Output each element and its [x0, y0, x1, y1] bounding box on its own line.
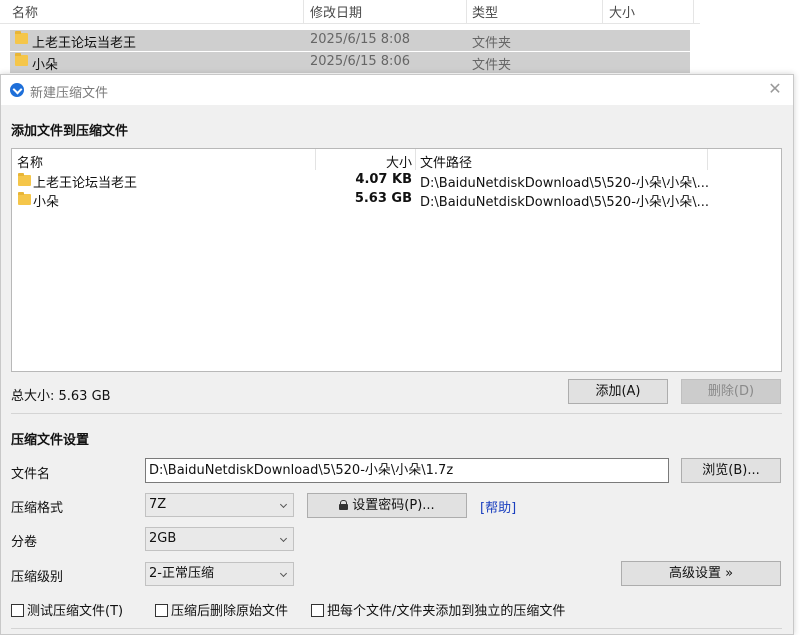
- dialog-titlebar[interactable]: 新建压缩文件 ✕: [1, 75, 793, 105]
- column-date[interactable]: 修改日期: [310, 2, 362, 21]
- dialog-title: 新建压缩文件: [30, 86, 109, 101]
- divider: [11, 628, 782, 629]
- explorer-row[interactable]: 上老王论坛当老王 2025/6/15 8:08 文件夹: [10, 30, 690, 51]
- delete-after-checkbox[interactable]: 压缩后删除原始文件: [155, 600, 289, 619]
- list-item-path: D:\BaiduNetdiskDownload\5\520-小朵\小朵\...: [420, 176, 710, 191]
- format-select[interactable]: 7Z: [145, 493, 294, 517]
- lock-icon: [339, 500, 349, 510]
- column-size[interactable]: 大小: [609, 2, 635, 21]
- separate-archives-checkbox[interactable]: 把每个文件/文件夹添加到独立的压缩文件: [311, 600, 566, 619]
- set-password-label: 设置密码(P)...: [352, 498, 435, 513]
- test-archive-label: 测试压缩文件(T): [27, 604, 124, 619]
- list-item-size: 5.63 GB: [354, 191, 412, 206]
- checkbox-box[interactable]: [311, 604, 324, 617]
- add-button[interactable]: 添加(A): [568, 379, 668, 404]
- file-list-column-size[interactable]: 大小: [386, 152, 412, 171]
- explorer-row-date: 2025/6/15 8:08: [310, 32, 410, 47]
- volume-select[interactable]: 2GB: [145, 527, 294, 551]
- file-list[interactable]: 名称 大小 文件路径 上老王论坛当老王 4.07 KB D:\BaiduNetd…: [11, 148, 782, 372]
- folder-icon: [18, 173, 31, 186]
- filename-label: 文件名: [11, 467, 51, 482]
- level-label: 压缩级别: [11, 570, 64, 585]
- list-item-size: 4.07 KB: [355, 172, 412, 187]
- help-link[interactable]: [帮助]: [480, 497, 516, 516]
- add-section-title: 添加文件到压缩文件: [11, 124, 129, 139]
- format-label: 压缩格式: [11, 501, 64, 516]
- delete-button[interactable]: 删除(D): [681, 379, 781, 404]
- format-select-value: 7Z: [149, 497, 167, 512]
- delete-after-label: 压缩后删除原始文件: [171, 604, 289, 619]
- app-logo-icon: [10, 83, 24, 97]
- column-type[interactable]: 类型: [472, 2, 498, 21]
- close-icon[interactable]: ✕: [767, 80, 783, 98]
- chevron-down-icon: [279, 569, 288, 578]
- list-item-path: D:\BaiduNetdiskDownload\5\520-小朵\小朵\...: [420, 195, 710, 210]
- settings-section-title: 压缩文件设置: [11, 433, 90, 448]
- column-name[interactable]: 名称: [12, 2, 38, 21]
- divider: [11, 413, 782, 414]
- column-separator[interactable]: [602, 0, 603, 24]
- checkbox-box[interactable]: [11, 604, 24, 617]
- folder-icon: [15, 53, 28, 66]
- new-archive-dialog: 新建压缩文件 ✕ 添加文件到压缩文件 名称 大小 文件路径 上老王论坛当老王 4…: [0, 74, 794, 635]
- total-size: 总大小: 5.63 GB: [11, 389, 111, 404]
- explorer-row[interactable]: 小朵 2025/6/15 8:06 文件夹: [10, 52, 690, 73]
- column-separator[interactable]: [693, 0, 694, 24]
- volume-label: 分卷: [11, 535, 38, 550]
- file-list-column-path[interactable]: 文件路径: [420, 152, 472, 171]
- checkbox-box[interactable]: [155, 604, 168, 617]
- column-separator[interactable]: [303, 0, 304, 24]
- explorer-row-name: 上老王论坛当老王: [32, 36, 137, 51]
- explorer-row-date: 2025/6/15 8:06: [310, 54, 410, 69]
- chevron-down-icon: [279, 534, 288, 543]
- list-item[interactable]: 小朵 5.63 GB D:\BaiduNetdiskDownload\5\520…: [12, 190, 781, 210]
- column-separator[interactable]: [707, 149, 708, 170]
- separate-archives-label: 把每个文件/文件夹添加到独立的压缩文件: [327, 604, 566, 619]
- list-item[interactable]: 上老王论坛当老王 4.07 KB D:\BaiduNetdiskDownload…: [12, 171, 781, 191]
- level-select[interactable]: 2-正常压缩: [145, 562, 294, 586]
- level-select-value: 2-正常压缩: [149, 566, 214, 581]
- explorer-row-name: 小朵: [32, 58, 59, 73]
- column-separator[interactable]: [415, 149, 416, 170]
- folder-icon: [18, 192, 31, 205]
- file-list-header: 名称 大小 文件路径: [12, 149, 781, 171]
- browse-button[interactable]: 浏览(B)...: [681, 458, 781, 483]
- list-item-name: 上老王论坛当老王: [33, 176, 138, 191]
- volume-select-value: 2GB: [149, 531, 177, 546]
- set-password-button[interactable]: 设置密码(P)...: [307, 493, 467, 518]
- advanced-settings-button[interactable]: 高级设置 »: [621, 561, 781, 586]
- test-archive-checkbox[interactable]: 测试压缩文件(T): [11, 600, 124, 619]
- explorer-row-type: 文件夹: [472, 36, 512, 51]
- filename-input[interactable]: D:\BaiduNetdiskDownload\5\520-小朵\小朵\1.7z: [145, 458, 669, 483]
- list-item-name: 小朵: [33, 195, 60, 210]
- explorer-header: 名称 修改日期 类型 大小: [0, 0, 700, 24]
- column-separator[interactable]: [315, 149, 316, 170]
- file-explorer: 名称 修改日期 类型 大小 上老王论坛当老王 2025/6/15 8:08 文件…: [0, 0, 800, 78]
- column-separator[interactable]: [466, 0, 467, 24]
- explorer-row-type: 文件夹: [472, 58, 512, 73]
- folder-icon: [15, 31, 28, 44]
- chevron-down-icon: [279, 500, 288, 509]
- file-list-column-name[interactable]: 名称: [17, 152, 43, 171]
